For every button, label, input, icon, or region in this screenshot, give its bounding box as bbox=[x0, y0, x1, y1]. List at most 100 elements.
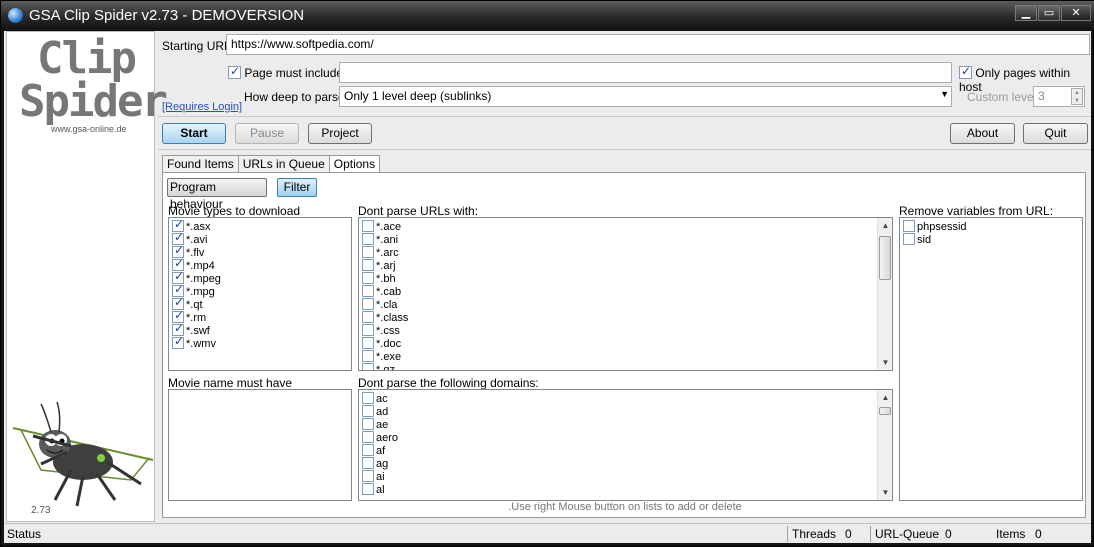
starting-url-input[interactable]: https://www.softpedia.com/ bbox=[226, 34, 1090, 55]
how-deep-select[interactable]: Only 1 level deep (sublinks) ▼ bbox=[339, 86, 952, 107]
list-item-checkbox[interactable] bbox=[362, 470, 374, 482]
movie-type-item[interactable]: *.mpg bbox=[169, 283, 351, 298]
url-pattern-item[interactable]: *.ace bbox=[359, 220, 892, 233]
movie-type-item[interactable]: *.rm bbox=[169, 309, 351, 324]
list-item-checkbox[interactable] bbox=[362, 259, 374, 271]
list-item-checkbox[interactable] bbox=[362, 337, 374, 349]
list-item-checkbox[interactable] bbox=[362, 272, 374, 284]
dont-parse-domains-scrollbar[interactable]: ▲ ▼ bbox=[877, 390, 892, 500]
minimize-button[interactable]: ▁ bbox=[1015, 5, 1037, 21]
dont-parse-domains-list[interactable]: ac ad ae aero af ag ai al ▲ ▼ bbox=[358, 389, 893, 501]
url-pattern-item[interactable]: *.gz bbox=[359, 363, 892, 370]
movie-types-list[interactable]: *.asx*.avi*.flv*.mp4*.mpeg*.mpg*.qt*.rm*… bbox=[168, 217, 352, 371]
list-item-checkbox[interactable] bbox=[362, 350, 374, 362]
scroll-up-icon[interactable]: ▲ bbox=[878, 390, 892, 405]
scroll-down-icon[interactable]: ▼ bbox=[878, 355, 892, 370]
list-item-checkbox[interactable] bbox=[362, 405, 374, 417]
domain-item[interactable]: ai bbox=[359, 470, 892, 483]
domain-item[interactable]: ad bbox=[359, 405, 892, 418]
list-item-checkbox[interactable] bbox=[362, 363, 374, 370]
movie-types-label: Movie types to download bbox=[168, 204, 301, 218]
url-pattern-item[interactable]: *.bh bbox=[359, 272, 892, 285]
movie-type-item[interactable]: *.swf bbox=[169, 322, 351, 337]
scroll-up-icon[interactable]: ▲ bbox=[878, 218, 892, 233]
url-pattern-item[interactable]: *.cla bbox=[359, 298, 892, 311]
project-button[interactable]: Project bbox=[308, 123, 372, 144]
maximize-button[interactable]: ▭ bbox=[1038, 5, 1060, 21]
start-button[interactable]: Start bbox=[162, 123, 226, 144]
pause-button[interactable]: Pause bbox=[235, 123, 299, 144]
options-panel: Program behaviour Filter Movie types to … bbox=[162, 172, 1086, 518]
dont-parse-urls-list[interactable]: *.ace *.ani *.arc *.arj *.bh *.cab *.cla *.clas… bbox=[358, 217, 893, 371]
url-pattern-item[interactable]: *.doc bbox=[359, 337, 892, 350]
movie-type-item[interactable]: *.mpeg bbox=[169, 270, 351, 285]
custom-level-spinner[interactable]: 3 ▲ ▼ bbox=[1033, 86, 1085, 107]
page-must-include-checkbox[interactable] bbox=[228, 64, 241, 79]
tab-options[interactable]: Options bbox=[328, 155, 381, 172]
list-item-checkbox[interactable] bbox=[172, 335, 184, 349]
movie-type-item[interactable]: *.flv bbox=[169, 244, 351, 259]
domain-item[interactable]: ae bbox=[359, 418, 892, 431]
domain-item[interactable]: ag bbox=[359, 457, 892, 470]
list-item-label: *.wmv bbox=[186, 338, 216, 350]
list-item-checkbox[interactable] bbox=[362, 246, 374, 258]
tab-urls-in-queue[interactable]: URLs in Queue bbox=[237, 155, 330, 172]
quit-button[interactable]: Quit bbox=[1023, 123, 1088, 144]
movie-name-label: Movie name must have bbox=[168, 376, 293, 390]
url-pattern-item[interactable]: *.ani bbox=[359, 233, 892, 246]
list-item-checkbox[interactable] bbox=[362, 392, 374, 404]
list-item-checkbox[interactable] bbox=[362, 418, 374, 430]
remove-variables-list[interactable]: phpsessid sid bbox=[899, 217, 1083, 501]
list-item-checkbox[interactable] bbox=[362, 233, 374, 245]
spinner-arrows-icon[interactable]: ▲ ▼ bbox=[1071, 88, 1083, 105]
url-pattern-item[interactable]: *.arc bbox=[359, 246, 892, 259]
movie-name-list[interactable] bbox=[168, 389, 352, 501]
list-item-checkbox[interactable] bbox=[362, 324, 374, 336]
page-must-include-input[interactable] bbox=[339, 62, 952, 83]
list-item-label: *.mp4 bbox=[186, 260, 215, 272]
url-pattern-item[interactable]: *.css bbox=[359, 324, 892, 337]
url-pattern-item[interactable]: *.arj bbox=[359, 259, 892, 272]
list-item-checkbox[interactable] bbox=[362, 298, 374, 310]
scroll-thumb[interactable] bbox=[879, 236, 891, 280]
requires-login-link[interactable]: [Requires Login] bbox=[162, 101, 242, 113]
domain-item[interactable]: af bbox=[359, 444, 892, 457]
list-item-checkbox[interactable] bbox=[903, 220, 915, 232]
movie-type-item[interactable]: *.wmv bbox=[169, 335, 351, 350]
close-button[interactable]: ✕ bbox=[1061, 5, 1091, 21]
url-pattern-item[interactable]: *.class bbox=[359, 311, 892, 324]
dont-parse-urls-scrollbar[interactable]: ▲ ▼ bbox=[877, 218, 892, 370]
title-bar[interactable]: GSA Clip Spider v2.73 - DEMOVERSION ▁ ▭ … bbox=[1, 1, 1094, 30]
movie-type-item[interactable]: *.avi bbox=[169, 231, 351, 246]
list-item-checkbox[interactable] bbox=[362, 220, 374, 232]
chevron-down-icon[interactable]: ▼ bbox=[940, 89, 949, 99]
filter-button[interactable]: Filter bbox=[277, 178, 317, 197]
list-item-label: *.asx bbox=[186, 221, 211, 233]
url-pattern-item[interactable]: *.cab bbox=[359, 285, 892, 298]
about-button[interactable]: About bbox=[950, 123, 1015, 144]
program-behaviour-button[interactable]: Program behaviour bbox=[167, 178, 267, 211]
url-variable-item[interactable]: phpsessid bbox=[900, 220, 1082, 233]
only-pages-within-host-checkbox[interactable] bbox=[959, 64, 972, 79]
scroll-thumb[interactable] bbox=[879, 407, 891, 415]
domain-item[interactable]: al bbox=[359, 483, 892, 496]
list-item-checkbox[interactable] bbox=[362, 444, 374, 456]
domain-item[interactable]: ac bbox=[359, 392, 892, 405]
url-variable-item[interactable]: sid bbox=[900, 233, 1082, 246]
list-item-label: *.class bbox=[376, 312, 409, 324]
movie-type-item[interactable]: *.qt bbox=[169, 296, 351, 311]
list-item-checkbox[interactable] bbox=[903, 233, 915, 245]
page-must-include-option[interactable]: Page must include bbox=[228, 64, 343, 80]
tab-found-items[interactable]: Found Items bbox=[162, 155, 239, 172]
domain-item[interactable]: aero bbox=[359, 431, 892, 444]
list-item-checkbox[interactable] bbox=[362, 483, 374, 495]
list-item-checkbox[interactable] bbox=[362, 311, 374, 323]
list-item-label: *.arc bbox=[376, 247, 399, 259]
movie-type-item[interactable]: *.mp4 bbox=[169, 257, 351, 272]
movie-type-item[interactable]: *.asx bbox=[169, 218, 351, 233]
list-item-checkbox[interactable] bbox=[362, 285, 374, 297]
list-item-checkbox[interactable] bbox=[362, 457, 374, 469]
list-item-checkbox[interactable] bbox=[362, 431, 374, 443]
url-pattern-item[interactable]: *.exe bbox=[359, 350, 892, 363]
scroll-down-icon[interactable]: ▼ bbox=[878, 485, 892, 500]
